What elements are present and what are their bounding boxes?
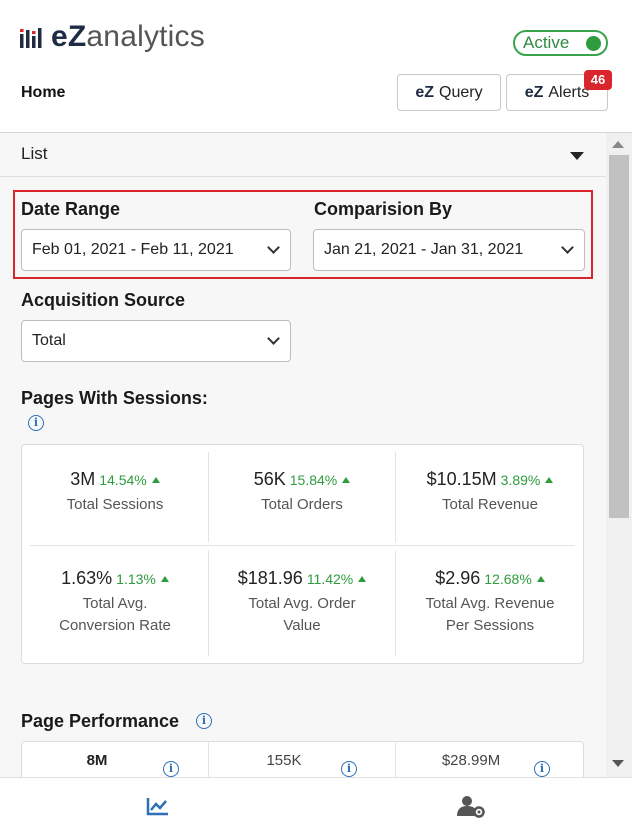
performance-value: $28.99M xyxy=(441,752,501,769)
bottom-nav xyxy=(0,777,632,826)
scrollbar-thumb[interactable] xyxy=(609,155,629,518)
metric-change: 3.89% xyxy=(500,472,541,488)
page-title: Home xyxy=(21,84,66,101)
metric-avg-order-value: $181.96 11.42% Total Avg. Order Value xyxy=(209,568,395,637)
view-divider xyxy=(0,176,606,177)
comparison-label: Comparision By xyxy=(314,199,453,219)
app-logo-text: eZanalytics xyxy=(51,20,205,53)
status-toggle[interactable]: Active xyxy=(513,30,608,56)
bottom-nav-divider xyxy=(0,777,632,778)
ez-query-button[interactable]: eZ Query xyxy=(397,74,501,111)
metric-change: 12.68% xyxy=(484,571,532,587)
chevron-down-icon xyxy=(561,241,574,254)
user-settings-icon[interactable] xyxy=(456,794,486,818)
comparison-value: Jan 21, 2021 - Jan 31, 2021 xyxy=(324,241,524,258)
metric-label: Total Avg. Revenue Per Sessions xyxy=(425,595,555,634)
metric-change: 15.84% xyxy=(289,472,338,488)
date-range-value: Feb 01, 2021 - Feb 11, 2021 xyxy=(32,241,234,258)
chevron-down-icon xyxy=(267,241,280,254)
trend-up-icon xyxy=(151,477,160,483)
metric-value: 1.63% xyxy=(61,568,113,588)
acquisition-label: Acquisition Source xyxy=(21,290,186,310)
ez-brand-mark: eZ xyxy=(524,83,544,101)
metric-label: Total Orders xyxy=(261,496,343,513)
metric-avg-conversion-rate: 1.63% 1.13% Total Avg. Conversion Rate xyxy=(22,568,208,637)
scroll-up-icon[interactable] xyxy=(612,141,624,148)
scroll-down-icon[interactable] xyxy=(612,760,624,767)
metric-change: 1.13% xyxy=(116,571,156,587)
metric-label: Total Avg. Order Value xyxy=(248,595,356,634)
metric-label: Total Revenue xyxy=(442,496,538,513)
query-label: Query xyxy=(439,83,483,101)
info-icon[interactable]: i xyxy=(28,415,44,431)
metric-label: Total Avg. Conversion Rate xyxy=(59,595,171,634)
metric-total-sessions: 3M 14.54% Total Sessions xyxy=(22,469,208,516)
trend-up-icon xyxy=(545,477,554,483)
metric-total-revenue: $10.15M 3.89% Total Revenue xyxy=(396,469,584,516)
alerts-count-badge: 46 xyxy=(584,70,612,90)
metric-value: $181.96 xyxy=(237,568,303,588)
comparison-select[interactable]: Jan 21, 2021 - Jan 31, 2021 xyxy=(313,229,585,271)
metric-label: Total Sessions xyxy=(66,496,164,513)
trend-up-icon xyxy=(536,576,545,582)
info-icon[interactable]: i xyxy=(163,761,179,777)
metric-value: 56K xyxy=(253,469,286,489)
performance-section-title: Page Performance xyxy=(21,711,180,731)
metric-value: $10.15M xyxy=(426,469,497,489)
caret-down-icon[interactable] xyxy=(570,152,584,160)
card-divider xyxy=(30,545,575,546)
acquisition-value: Total xyxy=(32,332,66,349)
info-icon[interactable]: i xyxy=(534,761,550,777)
view-select[interactable]: List xyxy=(21,144,47,164)
metric-change: 11.42% xyxy=(306,571,354,587)
trend-up-icon xyxy=(342,477,351,483)
performance-value: 155K xyxy=(266,752,302,769)
performance-value: 8M xyxy=(86,752,108,769)
trend-up-icon xyxy=(160,576,169,582)
date-range-label: Date Range xyxy=(21,199,121,219)
chart-icon[interactable] xyxy=(146,796,170,816)
status-dot-icon xyxy=(586,36,601,51)
metric-avg-revenue-per-session: $2.96 12.68% Total Avg. Revenue Per Sessio… xyxy=(396,568,584,637)
info-icon[interactable]: i xyxy=(341,761,357,777)
date-range-select[interactable]: Feb 01, 2021 - Feb 11, 2021 xyxy=(21,229,291,271)
status-label: Active xyxy=(523,33,570,52)
trend-up-icon xyxy=(358,576,367,582)
metric-value: 3M xyxy=(70,469,96,489)
info-icon[interactable]: i xyxy=(196,713,212,729)
sessions-section-title: Pages With Sessions: xyxy=(21,388,208,408)
metric-value: $2.96 xyxy=(435,568,481,588)
chevron-down-icon xyxy=(267,332,280,345)
metric-total-orders: 56K 15.84% Total Orders xyxy=(209,469,395,516)
logo-icon xyxy=(20,28,42,48)
acquisition-select[interactable]: Total xyxy=(21,320,291,362)
ez-brand-mark: eZ xyxy=(415,83,435,101)
metric-change: 14.54% xyxy=(99,472,147,488)
